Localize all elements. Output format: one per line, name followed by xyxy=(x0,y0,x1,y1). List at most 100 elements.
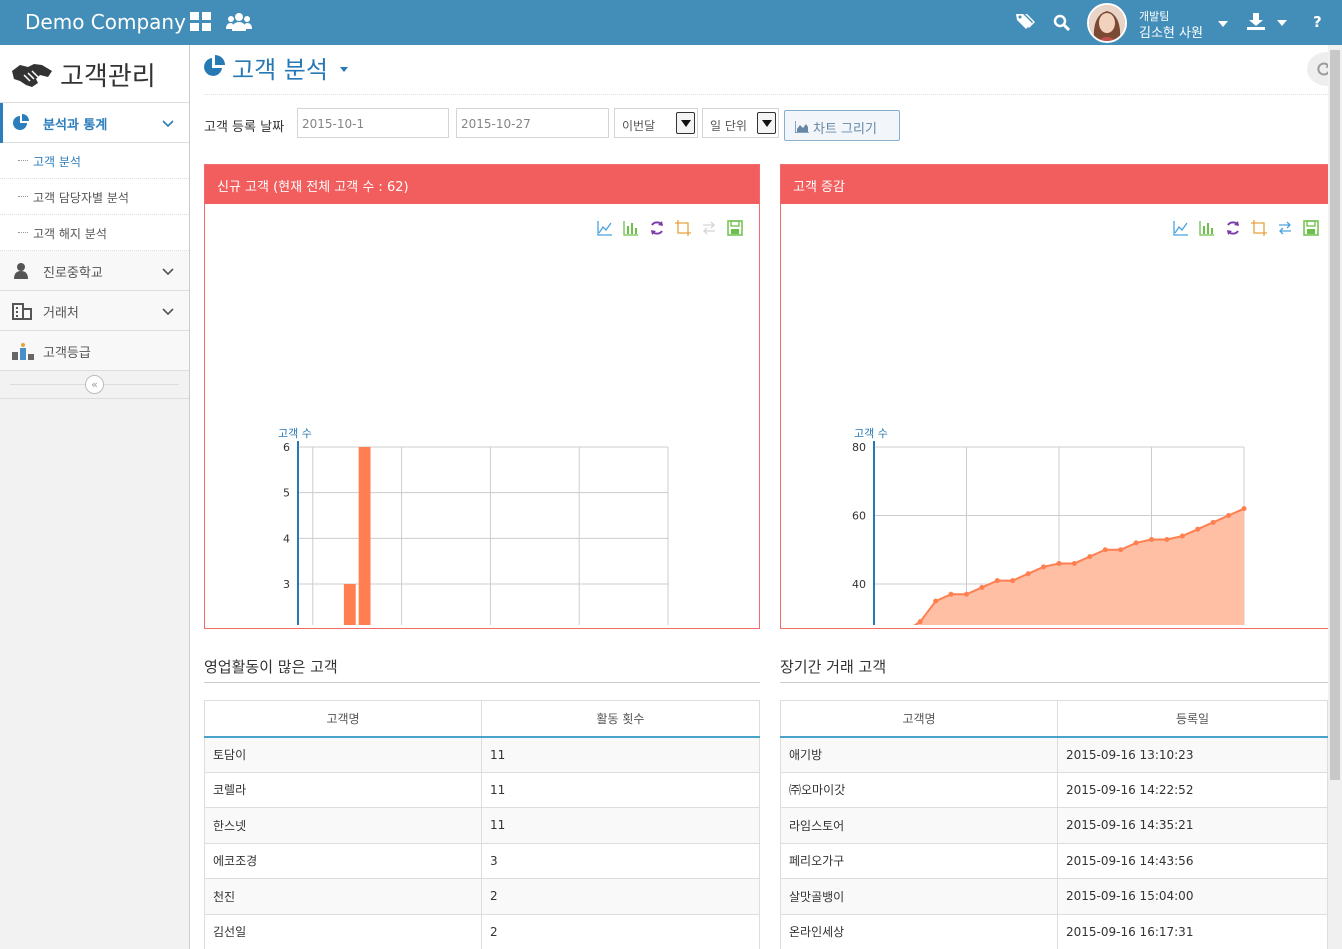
data-point xyxy=(1179,533,1185,539)
data-point xyxy=(1118,547,1124,553)
download-icon[interactable] xyxy=(1247,13,1265,35)
page-scrollbar[interactable] xyxy=(1328,45,1342,949)
data-point xyxy=(1226,513,1232,518)
table-row[interactable]: 애기방 2015-09-16 13:10:23 xyxy=(780,736,1328,773)
tree-dash xyxy=(18,196,28,197)
table-row[interactable]: 살맛골뱅이 2015-09-16 15:04:00 xyxy=(780,878,1328,915)
data-point xyxy=(964,591,969,597)
table-cell: ㈜오마이갓 xyxy=(780,771,1058,808)
draw-chart-label: 차트 그리기 xyxy=(813,122,877,137)
chevron-down-icon xyxy=(162,265,174,280)
table-row[interactable]: 토담이 11 xyxy=(204,736,760,773)
new-customers-widget: 신규 고객 (현재 전체 고객 수 : 62) 01234562015-10-0… xyxy=(204,164,760,629)
select-arrow-icon xyxy=(757,112,776,134)
collapse-icon[interactable]: « xyxy=(85,375,104,394)
y-tick-label: 3 xyxy=(283,578,290,591)
tree-dash xyxy=(18,232,28,233)
table-cell: 11 xyxy=(481,807,760,844)
column-header[interactable]: 고객명 xyxy=(780,700,1058,738)
table-row[interactable]: 한스넷 11 xyxy=(204,807,760,844)
column-header[interactable]: 활동 횟수 xyxy=(481,700,760,738)
area-chart-icon xyxy=(794,121,809,137)
sidebar-subitem-customer-analysis[interactable]: 고객 분석 xyxy=(0,143,189,179)
table-cell: 한스넷 xyxy=(204,807,482,844)
table-cell: 토담이 xyxy=(204,736,482,773)
caret-down-icon[interactable] xyxy=(340,67,348,72)
column-header[interactable]: 고객명 xyxy=(204,700,482,738)
scrollbar-thumb[interactable] xyxy=(1330,50,1340,780)
sidebar-logo-text: 고객관리 xyxy=(60,62,156,92)
sidebar-item-label: 거래처 xyxy=(43,306,79,321)
tags-icon[interactable] xyxy=(1016,13,1036,35)
users-icon[interactable] xyxy=(226,12,252,36)
data-point xyxy=(994,578,1000,584)
customer-growth-chart: 0204060802015-10-022015-10-082015-10-142… xyxy=(852,427,1247,625)
table-cell: 2 xyxy=(481,913,760,949)
data-point xyxy=(917,619,923,625)
table-row[interactable]: 페리오가구 2015-09-16 14:43:56 xyxy=(780,842,1328,879)
table-row[interactable]: 온라인세상 2015-09-16 16:17:31 xyxy=(780,913,1328,949)
widget-title: 신규 고객 (현재 전체 고객 수 : 62) xyxy=(217,180,409,195)
brand-name[interactable]: Demo Company xyxy=(25,10,186,34)
data-point xyxy=(979,584,985,590)
active-indicator xyxy=(0,103,3,143)
search-icon[interactable] xyxy=(1053,14,1071,35)
data-point xyxy=(1149,536,1154,542)
table-row[interactable]: 코렐라 11 xyxy=(204,771,760,808)
table-cell: 천진 xyxy=(204,878,482,915)
sidebar-collapse: « xyxy=(0,371,189,399)
table-row[interactable]: 라임스토어 2015-09-16 14:35:21 xyxy=(780,807,1328,844)
column-header[interactable]: 등록일 xyxy=(1057,700,1328,738)
table-cell: 애기방 xyxy=(780,736,1058,773)
sidebar-item-label: 분석과 통계 xyxy=(43,118,108,133)
table-row[interactable]: 에코조경 3 xyxy=(204,842,760,879)
user-name: 김소현 사원 xyxy=(1139,26,1203,41)
data-point xyxy=(1195,526,1201,532)
period-select-value: 이번달 xyxy=(622,119,656,133)
activity-table-title: 영업활동이 많은 고객 xyxy=(204,658,338,676)
widget-title: 고객 증감 xyxy=(793,180,845,195)
handshake-icon xyxy=(10,59,54,95)
table-row[interactable]: 김선일 2 xyxy=(204,913,760,949)
data-point xyxy=(1010,578,1016,584)
page-title[interactable]: 고객 분석 xyxy=(232,50,328,85)
help-icon[interactable]: ? xyxy=(1313,13,1322,31)
unit-select[interactable]: 일 단위 xyxy=(702,108,779,138)
table-row[interactable]: ㈜오마이갓 2015-09-16 14:22:52 xyxy=(780,771,1328,808)
table-cell: 11 xyxy=(481,771,760,808)
filter-label: 고객 등록 날짜 xyxy=(204,120,285,135)
data-point xyxy=(1041,564,1047,570)
caret-down-icon[interactable] xyxy=(1277,20,1287,26)
sidebar-item-partners[interactable]: 거래처 xyxy=(0,291,189,331)
period-select[interactable]: 이번달 xyxy=(614,108,698,138)
divider xyxy=(204,682,760,683)
sidebar-item-label: 진로중학교 xyxy=(43,266,103,281)
data-point xyxy=(1056,560,1062,566)
start-date-input[interactable]: 2015-10-1 xyxy=(297,108,449,138)
new-customers-chart: 01234562015-10-022015-10-082015-10-14201… xyxy=(278,427,669,625)
y-tick-label: 6 xyxy=(283,441,290,454)
table-cell: 김선일 xyxy=(204,913,482,949)
sidebar-item-school[interactable]: 진로중학교 xyxy=(0,251,189,291)
data-point xyxy=(1133,540,1139,546)
apps-grid-icon[interactable] xyxy=(190,12,212,36)
table-cell: 라임스토어 xyxy=(780,807,1058,844)
sidebar-subitem-manager-analysis[interactable]: 고객 담당자별 분석 xyxy=(0,179,189,215)
sidebar-item-grade[interactable]: 고객등급 xyxy=(0,331,189,371)
draw-chart-button[interactable]: 차트 그리기 xyxy=(784,110,900,141)
end-date-input[interactable]: 2015-10-27 xyxy=(456,108,609,138)
select-arrow-icon xyxy=(676,112,695,134)
sidebar-subitem-cancel-analysis[interactable]: 고객 해지 분석 xyxy=(0,215,189,251)
table-cell: 살맛골뱅이 xyxy=(780,878,1058,915)
table-row[interactable]: 천진 2 xyxy=(204,878,760,915)
data-point xyxy=(933,598,939,604)
table-cell: 2015-09-16 16:17:31 xyxy=(1057,913,1328,949)
data-point xyxy=(1025,571,1031,577)
y-tick-label: 4 xyxy=(283,532,290,545)
data-point xyxy=(1241,506,1247,512)
longterm-table: 고객명 등록일 애기방 2015-09-16 13:10:23 ㈜오마이갓 2015-… xyxy=(780,700,1328,949)
y-tick-label: 40 xyxy=(852,578,866,591)
widget-header: 신규 고객 (현재 전체 고객 수 : 62) xyxy=(205,165,759,204)
table-cell: 온라인세상 xyxy=(780,913,1058,949)
sidebar-item-analysis[interactable]: 분석과 통계 xyxy=(0,103,189,143)
